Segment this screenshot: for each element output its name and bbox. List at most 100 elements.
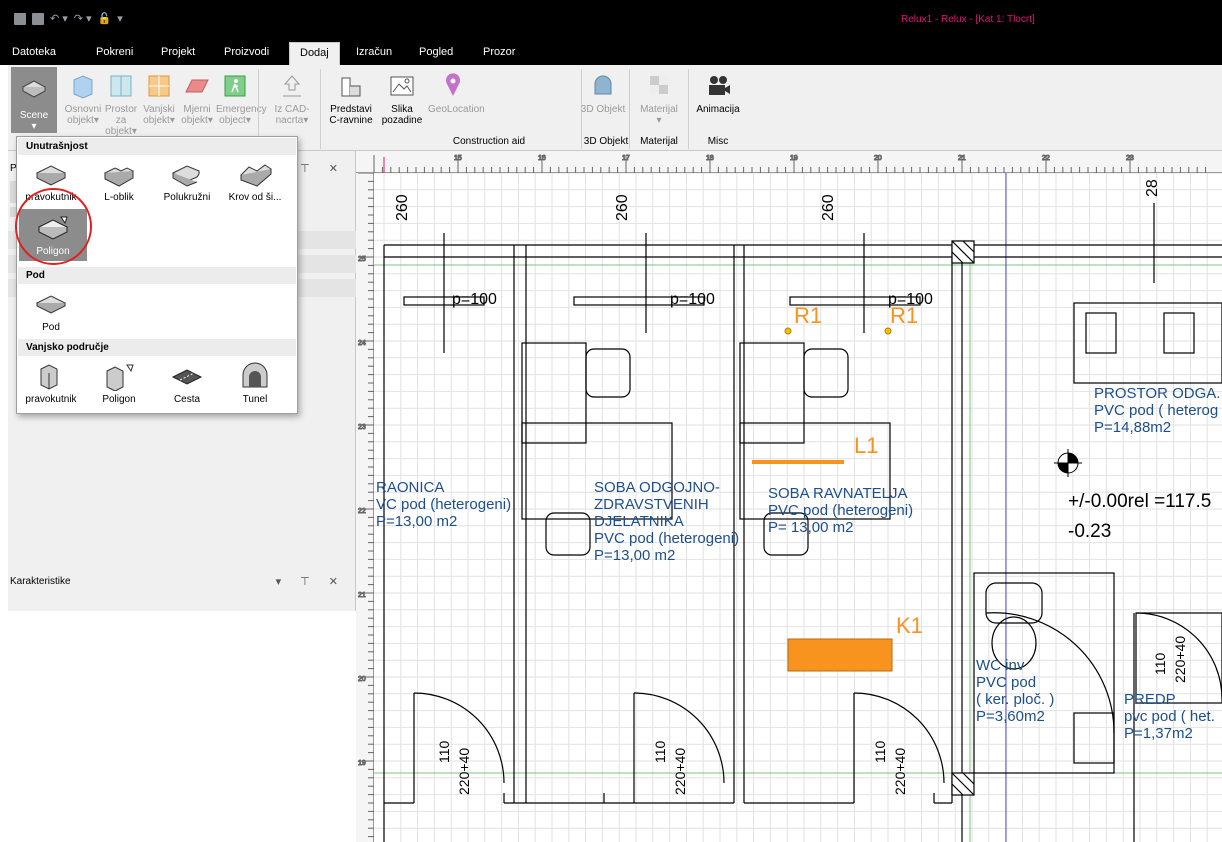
tab-dodaj[interactable]: Dodaj <box>289 42 340 65</box>
properties-panel-controls[interactable]: ▾ ⊤ ✕ <box>276 575 346 588</box>
outdoor-polygon[interactable]: Poligon <box>85 361 153 405</box>
measuring-object-button[interactable]: Mjerni objekt▾ <box>178 69 216 126</box>
door-dim-5: 110 <box>872 740 888 763</box>
interior-l-shape[interactable]: L-oblik <box>85 159 153 203</box>
outdoor-object-button[interactable]: Vanjski objekt▾ <box>140 69 178 126</box>
ruler-left-tick-label: 25 <box>358 256 366 263</box>
scene-button[interactable]: Scene ▾ <box>11 67 57 133</box>
tab-proizvodi[interactable]: Proizvodi <box>224 46 269 58</box>
tab-datoteka[interactable]: Datoteka <box>12 46 56 58</box>
ruler-left-tick-label: 21 <box>358 592 366 599</box>
room-semicircle-icon <box>171 165 200 187</box>
group-3d-objekt: 3D Objekt <box>583 136 629 147</box>
dim-260-1: 260 <box>394 194 411 221</box>
window-title: Relux1 - Relux - [Kat 1: Tlocrt] <box>901 14 1035 25</box>
armchair-icon <box>594 75 612 95</box>
background-image-button[interactable]: Slika pozadine <box>380 69 424 126</box>
outdoor-road[interactable]: Cesta <box>153 361 221 405</box>
floor-plan-view[interactable]: 15 16 17 18 19 20 21 22 23 25 24 23 22 21 20 19 <box>356 151 1222 842</box>
room-label-2: SOBA ODGOJNO- ZDRAVSTVENIH DJELATNIKA PVC p… <box>594 479 740 564</box>
interior-semicircle[interactable]: Polukružni <box>153 159 221 203</box>
c-planes-button[interactable]: Predstavi C-ravnine <box>326 69 376 126</box>
outdoor-tunnel[interactable]: Tunel <box>221 361 289 405</box>
section-interior: Unutrašnjost <box>18 138 296 155</box>
3d-object-button[interactable]: 3D Objekt <box>580 69 626 115</box>
door-dim-1: 110 <box>436 740 452 763</box>
room-roof-icon <box>240 164 272 187</box>
tab-izracun[interactable]: Izračun <box>356 46 392 58</box>
tab-pokreni[interactable]: Pokreni <box>96 46 133 58</box>
group-construction-aid: Construction aid <box>452 136 526 147</box>
road-icon <box>171 369 203 385</box>
ruler-left-tick-label: 19 <box>358 760 366 767</box>
c-planes-icon <box>341 77 361 97</box>
room-icon <box>110 75 132 97</box>
ruler-left-tick-label: 24 <box>358 340 366 347</box>
door-dim-8: 220+40 <box>1172 635 1188 683</box>
room-label-1: RAONICA VC pod (heterogeni) P=13,00 m2 <box>376 479 512 530</box>
door-dim-2: 220+40 <box>456 747 472 795</box>
ruler-top-tick-label: 22 <box>1042 155 1050 162</box>
p-label-1: p=100 <box>452 291 497 308</box>
tab-projekt[interactable]: Projekt <box>161 46 195 58</box>
basic-object-button[interactable]: Osnovni objekt▾ <box>64 69 102 126</box>
location-pin-icon <box>446 73 460 96</box>
luminaire-r1-b[interactable]: R1 <box>890 303 918 329</box>
cube-icon <box>73 75 93 99</box>
ruler-top-tick-label: 23 <box>1126 155 1134 162</box>
luminaire-r1-a[interactable]: R1 <box>794 303 822 329</box>
luminaire-k1[interactable]: K1 <box>896 613 923 639</box>
undo-icon[interactable]: ↶ ▾ <box>50 12 68 25</box>
customize-qat-icon[interactable]: ▾ <box>117 12 123 25</box>
emergency-object-button[interactable]: Emergency object▾ <box>216 69 267 126</box>
save-icon[interactable] <box>14 12 26 25</box>
ruler-top-tick-label: 17 <box>622 155 630 162</box>
section-outdoor: Vanjsko područje <box>18 339 296 356</box>
emergency-exit-icon <box>224 75 246 97</box>
ruler-left-tick-label: 22 <box>358 508 366 515</box>
cad-import-button[interactable]: Iz CAD-nacrta▾ <box>268 69 316 126</box>
quick-access-toolbar: ↶ ▾ ↷ ▾ 🔓 ▾ <box>14 12 123 25</box>
p-label-2: p=100 <box>670 291 715 308</box>
ruler-left-tick-label: 20 <box>358 676 366 683</box>
ruler-top-tick-label: 16 <box>538 155 546 162</box>
print-icon[interactable] <box>32 12 44 25</box>
room-label-4: PROSTOR ODGA. PVC pod ( heterog P=14,88m2 <box>1094 385 1221 436</box>
building-polygon-icon <box>106 364 134 391</box>
animation-button[interactable]: Animacija <box>692 69 744 115</box>
title-bar: ↶ ▾ ↷ ▾ 🔓 ▾ Relux1 - Relux - [Kat 1: Tlo… <box>0 0 1222 40</box>
luminaire-l1[interactable]: L1 <box>854 433 878 459</box>
room-object-button[interactable]: Prostor za objekt▾ <box>102 69 140 137</box>
material-button[interactable]: Materijal ▾ <box>636 69 682 126</box>
lock-icon[interactable]: 🔓 <box>98 12 112 25</box>
room-label-3: SOBA RAVNATELJA PVC pod (heterogeni) P= 13… <box>768 485 914 536</box>
room-label-5: WC inv PVC pod( ker. ploč. ) P=3,60m2 <box>976 657 1055 725</box>
ruler-top-tick-label: 18 <box>706 155 714 162</box>
outdoor-rectangle[interactable]: pravokutnik <box>17 361 85 405</box>
door-dim-4: 220+40 <box>672 747 688 795</box>
building-icon <box>40 364 58 390</box>
door-dim-6: 220+40 <box>892 747 908 795</box>
material-icon <box>650 76 668 94</box>
section-floor: Pod <box>18 267 296 284</box>
elevation-offset: -0.23 <box>1068 521 1112 542</box>
camera-icon <box>709 76 730 95</box>
highlight-circle <box>15 188 92 265</box>
floor-item[interactable]: Pod <box>17 289 85 333</box>
menu-bar: Datoteka Pokreni Projekt Proizvodi Dodaj… <box>0 40 1222 65</box>
door-dim-3: 110 <box>652 740 668 763</box>
door-dim-7: 110 <box>1152 652 1168 675</box>
group-misc: Misc <box>707 136 729 147</box>
tab-pogled[interactable]: Pogled <box>419 46 453 58</box>
group-materijal: Materijal <box>640 136 678 147</box>
geolocation-button[interactable]: GeoLocation <box>428 69 485 115</box>
scene-icon <box>21 80 47 98</box>
interior-roof[interactable]: Krov od ši... <box>221 159 289 203</box>
redo-icon[interactable]: ↷ ▾ <box>74 12 92 25</box>
image-icon <box>390 76 414 96</box>
ruler-top-tick-label: 20 <box>874 155 882 162</box>
vertical-ruler: 25 24 23 22 21 20 19 <box>356 172 374 842</box>
tab-prozor[interactable]: Prozor <box>483 46 515 58</box>
elevation-label: +/-0.00rel =117.5 <box>1068 491 1212 512</box>
dim-260-3: 260 <box>820 194 837 221</box>
